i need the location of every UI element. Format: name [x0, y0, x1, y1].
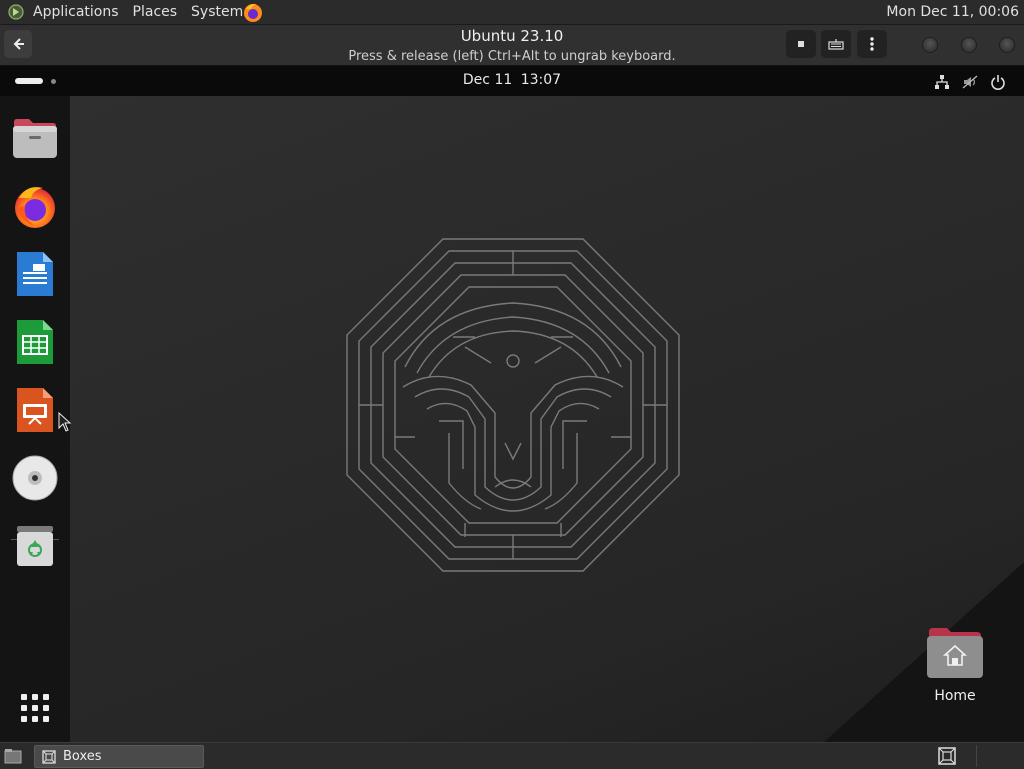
libreoffice-calc-icon[interactable] [11, 318, 59, 366]
host-taskbar: Boxes [0, 742, 1024, 769]
taskbar-separator [976, 745, 977, 767]
home-folder-icon[interactable] [927, 626, 983, 678]
home-label[interactable]: Home [915, 688, 995, 704]
keyboard-button[interactable] [821, 30, 851, 58]
vertical-dots-icon [870, 37, 874, 51]
system-menu[interactable]: System [184, 0, 250, 24]
libreoffice-writer-icon[interactable] [11, 250, 59, 298]
host-top-panel: Applications Places System Mon Dec 11, 0… [0, 0, 1024, 25]
show-apps-icon[interactable] [11, 684, 59, 732]
maximize-button[interactable] [961, 37, 977, 53]
network-icon[interactable] [934, 74, 950, 90]
guest-clock[interactable]: Dec 11 13:07 [0, 72, 1024, 88]
wallpaper-shadow [824, 562, 1024, 742]
files-icon[interactable] [11, 114, 59, 162]
keyboard-icon [828, 39, 844, 50]
applications-menu[interactable]: Applications [26, 0, 126, 24]
boxes-app-icon [42, 750, 56, 764]
stop-button[interactable] [786, 30, 816, 58]
power-icon[interactable] [990, 74, 1006, 90]
mate-logo-icon[interactable] [8, 4, 24, 20]
mouse-pointer-icon [58, 412, 72, 432]
firefox-launcher-icon[interactable] [242, 1, 264, 23]
close-button[interactable] [999, 37, 1015, 53]
boxes-tray-icon[interactable] [937, 746, 957, 766]
taskbar-window-label: Boxes [63, 749, 102, 764]
taskbar-window-boxes[interactable]: Boxes [34, 745, 204, 768]
show-desktop-icon[interactable] [4, 748, 22, 764]
wallpaper-maze-logo [346, 238, 680, 572]
volume-muted-icon[interactable] [962, 74, 978, 90]
stop-icon [798, 41, 804, 47]
boxes-header-bar: Ubuntu 23.10 Press & release (left) Ctrl… [0, 25, 1024, 66]
disc-icon[interactable] [11, 454, 59, 502]
minimize-button[interactable] [922, 37, 938, 53]
menu-button[interactable] [857, 30, 887, 58]
firefox-icon[interactable] [11, 182, 59, 230]
guest-date: Dec 11 [462, 72, 513, 88]
guest-time: 13:07 [520, 72, 562, 88]
places-menu[interactable]: Places [126, 0, 185, 24]
trash-icon[interactable] [11, 522, 59, 570]
host-clock[interactable]: Mon Dec 11, 00:06 [886, 0, 1019, 24]
libreoffice-impress-icon[interactable] [11, 386, 59, 434]
